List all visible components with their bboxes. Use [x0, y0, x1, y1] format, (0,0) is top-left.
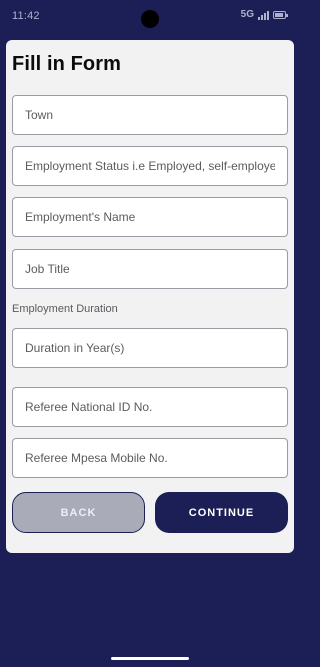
camera-cutout: [141, 10, 159, 28]
employment-status-input[interactable]: [12, 146, 288, 186]
status-bar: 11:42 5G: [0, 0, 300, 34]
job-title-input[interactable]: [12, 249, 288, 289]
employment-duration-label: Employment Duration: [12, 303, 118, 315]
continue-button[interactable]: CONTINUE: [155, 492, 288, 533]
signal-icon: [258, 10, 269, 20]
town-input[interactable]: [12, 95, 288, 135]
form-card: Fill in Form Employment Duration BACK CO…: [6, 40, 294, 553]
referee-mpesa-input[interactable]: [12, 438, 288, 478]
back-button[interactable]: BACK: [12, 492, 145, 533]
employer-name-input[interactable]: [12, 197, 288, 237]
home-indicator[interactable]: [111, 657, 189, 660]
page-title: Fill in Form: [12, 53, 121, 75]
referee-id-input[interactable]: [12, 387, 288, 427]
network-label: 5G: [240, 9, 254, 20]
status-indicators: 5G: [240, 9, 288, 20]
duration-input[interactable]: [12, 328, 288, 368]
status-time: 11:42: [12, 10, 40, 22]
battery-icon: [273, 10, 288, 19]
